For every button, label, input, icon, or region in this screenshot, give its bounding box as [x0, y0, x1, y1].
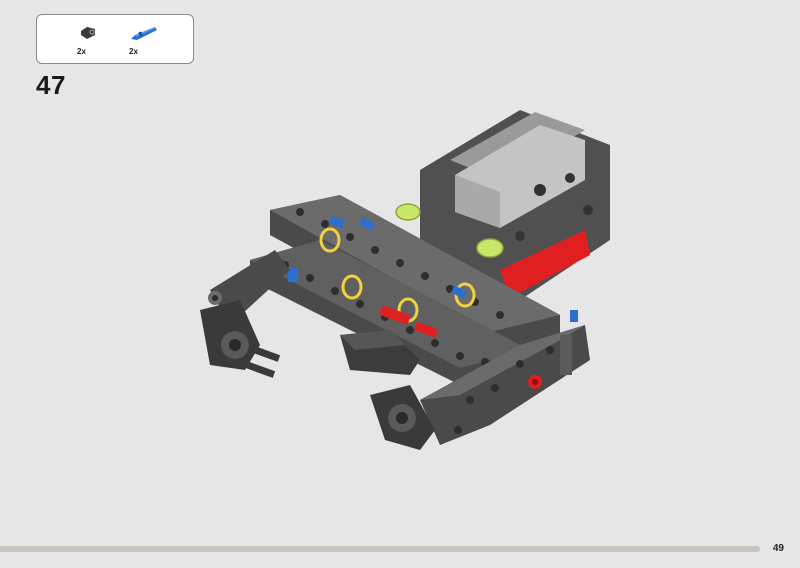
parts-callout-box: 2x 2x — [36, 14, 194, 64]
model-illustration — [200, 110, 610, 450]
left-suspension — [200, 250, 290, 378]
part-quantity: 2x — [129, 47, 138, 56]
part-item-1: 2x — [77, 21, 117, 61]
progress-bar — [0, 546, 760, 552]
blue-axle-pin-icon — [131, 27, 157, 40]
part-quantity: 2x — [77, 47, 86, 56]
black-connector-icon — [81, 27, 95, 39]
page-number: 49 — [772, 543, 784, 554]
part-item-2: 2x — [129, 21, 169, 61]
progress-fill — [0, 546, 730, 552]
step-number: 47 — [36, 70, 66, 100]
